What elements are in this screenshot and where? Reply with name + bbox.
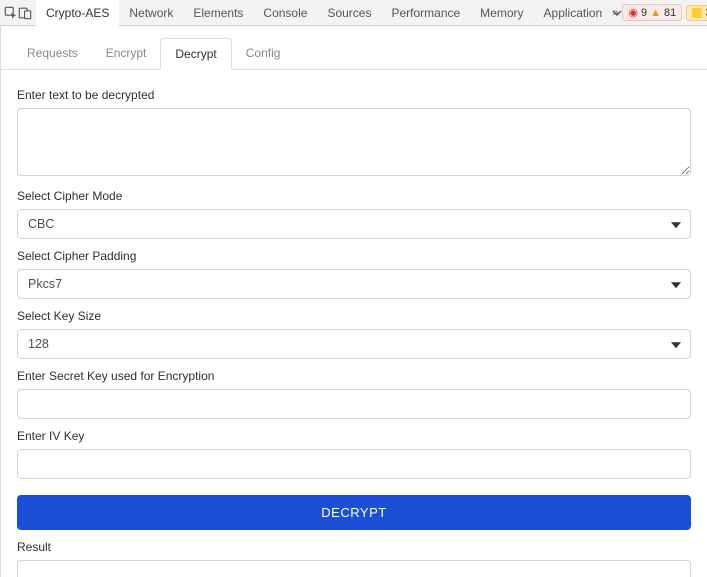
devtools-tabs: Crypto-AES Network Elements Console Sour… [36,0,612,26]
devtools-tab-memory[interactable]: Memory [470,0,533,26]
devtools-tab-performance[interactable]: Performance [381,0,470,26]
result-output[interactable] [17,560,691,577]
key-size-label: Select Key Size [17,309,691,323]
devtools-tab-sources[interactable]: Sources [317,0,381,26]
inspect-icon[interactable] [4,2,18,24]
error-warning-badge[interactable]: ◉9 ▲81 [622,4,682,21]
warning-icon: ▲ [650,7,661,19]
devtools-tab-console[interactable]: Console [253,0,317,26]
iv-key-label: Enter IV Key [17,429,691,443]
decrypt-button[interactable]: DECRYPT [17,495,691,530]
cipher-padding-label: Select Cipher Padding [17,249,691,263]
secret-key-label: Enter Secret Key used for Encryption [17,369,691,383]
decrypt-text-input[interactable] [17,108,691,176]
tab-encrypt[interactable]: Encrypt [92,38,161,69]
devtools-tab-network[interactable]: Network [119,0,183,26]
key-size-select[interactable]: 128 [17,329,691,359]
devtools-toolbar: Crypto-AES Network Elements Console Sour… [0,0,707,26]
error-count: 9 [641,7,647,19]
result-label: Result [17,540,691,554]
device-toggle-icon[interactable] [18,2,32,24]
panel-main: Requests Encrypt Decrypt Config Enter te… [0,26,707,577]
status-badges: ◉9 ▲81 3 [618,4,707,21]
error-icon: ◉ [628,6,638,19]
devtools-tab-application[interactable]: Application [534,0,613,26]
iv-key-input[interactable] [17,449,691,479]
issue-icon [692,8,702,18]
cipher-mode-select[interactable]: CBC [17,209,691,239]
devtools-tab-elements[interactable]: Elements [183,0,253,26]
cipher-mode-label: Select Cipher Mode [17,189,691,203]
tab-requests[interactable]: Requests [13,38,92,69]
warning-count: 81 [664,7,676,19]
cipher-padding-select[interactable]: Pkcs7 [17,269,691,299]
text-label: Enter text to be decrypted [17,88,691,102]
devtools-tab-crypto-aes[interactable]: Crypto-AES [36,0,119,26]
panel-tabs: Requests Encrypt Decrypt Config [1,26,707,70]
tab-config[interactable]: Config [232,38,295,69]
decrypt-form: Enter text to be decrypted Select Cipher… [1,70,707,577]
secret-key-input[interactable] [17,389,691,419]
issues-badge[interactable]: 3 [686,5,707,21]
tab-decrypt[interactable]: Decrypt [160,38,231,70]
